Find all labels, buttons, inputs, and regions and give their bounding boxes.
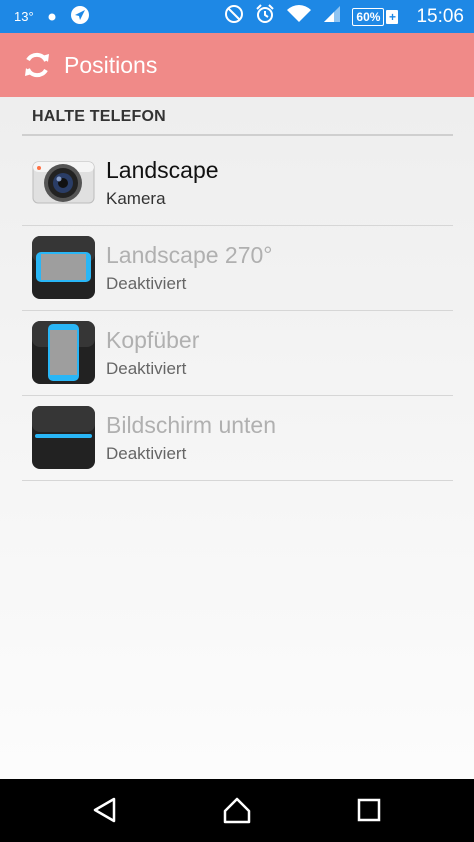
phone-landscape-icon [32,236,95,299]
app-bar: Positions [0,33,474,97]
list-item-subtitle: Deaktiviert [106,274,187,293]
list-item-title: Bildschirm unten [106,412,277,438]
list-item-title: Landscape [106,157,219,183]
list-item-bildschirm-unten[interactable]: Bildschirm unten Deaktiviert [22,396,453,481]
phone-upside-down-icon [32,321,95,384]
list-item-title: Kopfüber [106,327,200,353]
list-item-subtitle: Kamera [106,189,166,208]
recents-icon[interactable] [352,793,386,827]
list-item-kopfueber[interactable]: Kopfüber Deaktiviert [22,311,453,396]
status-bar: 13° 60% + 15:06 [0,0,474,33]
alarm-icon [254,3,276,30]
section-header: HALTE TELEFON [22,108,453,136]
list-item-landscape[interactable]: Landscape Kamera [22,141,453,226]
phone-screen-down-icon [32,406,95,469]
sync-icon [22,50,52,80]
notification-dot-icon [48,9,56,24]
back-icon[interactable] [88,793,122,827]
battery-charging-icon: + [386,9,399,24]
signal-icon [322,4,342,29]
battery-indicator: 60% + [352,7,399,26]
temperature-text: 13° [14,9,34,24]
page-title: Positions [64,51,158,78]
wifi-icon [286,4,312,29]
clock: 15:06 [416,5,464,27]
list-item-subtitle: Deaktiviert [106,444,187,463]
camera-icon [32,151,95,214]
home-icon[interactable] [220,793,254,827]
section-header-label: HALTE TELEFON [32,108,166,125]
list-item-title: Landscape 270° [106,242,273,268]
navigation-bar [0,779,474,842]
positions-list-container: HALTE TELEFON Landscape Kamera Landscape… [0,97,474,779]
battery-percent: 60% [352,7,385,26]
do-not-disturb-icon [224,4,244,29]
positions-list: Landscape Kamera Landscape 270° Deaktivi… [22,141,453,481]
navigation-arrow-icon [70,5,90,28]
list-item-landscape-270[interactable]: Landscape 270° Deaktiviert [22,226,453,311]
list-item-subtitle: Deaktiviert [106,359,187,378]
